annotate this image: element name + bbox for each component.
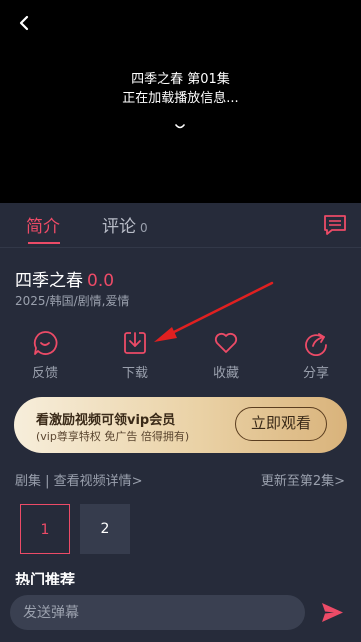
episode-header: 剧集 | 查看视频详情> 更新至第2集> xyxy=(0,470,361,490)
feedback-label: 反馈 xyxy=(31,366,58,381)
tab-intro-label: 简介 xyxy=(26,217,60,237)
vip-banner-subtitle: (vip尊享特权 免广告 倍得拥有) xyxy=(36,430,190,443)
episode-details-link[interactable]: 剧集 | 查看视频详情> xyxy=(15,470,143,489)
danmaku-input[interactable] xyxy=(10,595,305,630)
detail-tabs: 简介 评论 0 xyxy=(0,203,361,248)
tab-intro[interactable]: 简介 xyxy=(26,212,60,237)
danmaku-bar xyxy=(0,586,361,642)
episode-title: 四季之春 第01集 xyxy=(131,72,230,87)
tab-comment-label: 评论 xyxy=(102,217,136,237)
player-loading-text: 四季之春 第01集 正在加载播放信息... xyxy=(0,70,361,108)
video-player[interactable]: 四季之春 第01集 正在加载播放信息... xyxy=(0,0,361,203)
show-meta: 2025/韩国/剧情,爱情 xyxy=(15,294,130,308)
message-list-icon[interactable] xyxy=(323,214,347,236)
watch-now-button[interactable]: 立即观看 xyxy=(235,407,327,441)
share-icon xyxy=(305,333,327,356)
tab-comment[interactable]: 评论 0 xyxy=(102,212,148,237)
hot-recommend-title: 热门推荐 xyxy=(15,571,76,585)
loading-spinner-icon xyxy=(175,124,185,129)
loading-status: 正在加载播放信息... xyxy=(122,91,239,106)
share-label: 分享 xyxy=(302,366,329,381)
episode-item-2[interactable]: 2 xyxy=(80,504,130,554)
annotation-arrow-icon xyxy=(154,281,274,342)
download-icon xyxy=(124,332,146,354)
show-score: 0.0 xyxy=(87,271,115,291)
feedback-button[interactable]: 反馈 xyxy=(15,330,75,381)
feedback-icon xyxy=(33,331,58,355)
vip-banner-title: 看激励视频可领vip会员 xyxy=(36,413,176,428)
vip-banner[interactable]: 看激励视频可领vip会员 (vip尊享特权 免广告 倍得拥有) 立即观看 xyxy=(14,397,347,453)
download-label: 下载 xyxy=(121,366,148,381)
show-title-row: 四季之春 0.0 xyxy=(15,266,114,291)
comment-count: 0 xyxy=(140,221,148,235)
back-arrow-icon[interactable] xyxy=(14,12,36,34)
favorite-label: 收藏 xyxy=(212,366,239,381)
show-title: 四季之春 xyxy=(15,271,83,291)
send-icon[interactable] xyxy=(320,600,345,625)
episode-update-link[interactable]: 更新至第2集> xyxy=(261,470,345,489)
episode-item-1[interactable]: 1 xyxy=(20,504,70,554)
share-button[interactable]: 分享 xyxy=(286,330,346,381)
tab-active-indicator xyxy=(28,242,60,244)
